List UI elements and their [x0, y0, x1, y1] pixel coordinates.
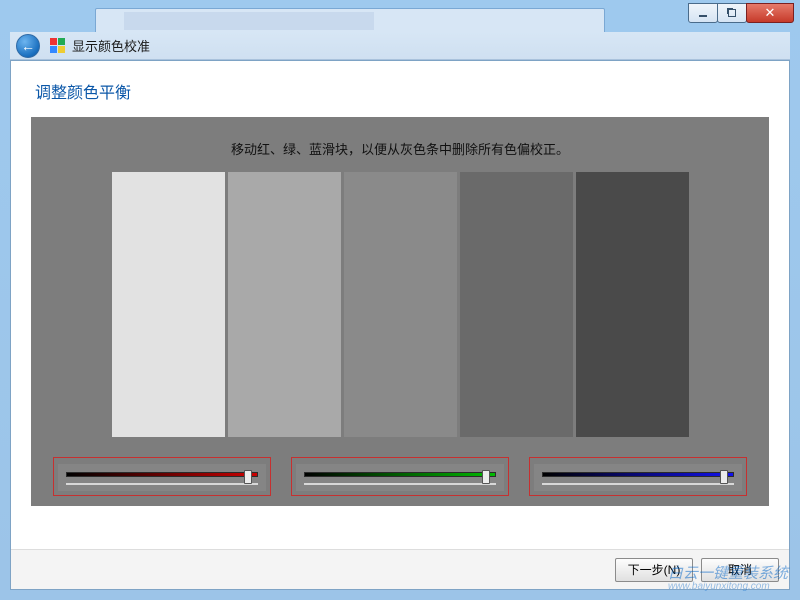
- minimize-icon: [699, 15, 707, 17]
- red-slider[interactable]: [58, 464, 266, 491]
- maximize-icon: [728, 9, 736, 17]
- wizard-footer: 下一步(N) 取消: [11, 549, 789, 589]
- window-controls: ✕: [689, 3, 794, 23]
- app-title: 显示颜色校准: [72, 36, 150, 55]
- red-rail: [66, 483, 258, 485]
- wizard-window: 调整颜色平衡 移动红、绿、蓝滑块，以便从灰色条中删除所有色偏校正。: [10, 60, 790, 590]
- gray-bar-5: [576, 172, 689, 437]
- cancel-button[interactable]: 取消: [701, 558, 779, 582]
- gray-bar-1: [112, 172, 225, 437]
- gray-bar-3: [344, 172, 457, 437]
- gray-bars: [53, 172, 747, 437]
- green-slider-box: [291, 457, 509, 496]
- sliders-row: [53, 457, 747, 496]
- blue-track: [542, 472, 734, 477]
- green-slider[interactable]: [296, 464, 504, 491]
- arrow-left-icon: ←: [21, 38, 35, 54]
- green-track: [304, 472, 496, 477]
- instruction-text: 移动红、绿、蓝滑块，以便从灰色条中删除所有色偏校正。: [53, 139, 747, 158]
- gray-bar-2: [228, 172, 341, 437]
- header-bar: ← 显示颜色校准: [10, 32, 790, 60]
- minimize-button[interactable]: [688, 3, 718, 23]
- background-window: [95, 8, 605, 34]
- red-slider-box: [53, 457, 271, 496]
- wizard-content: 调整颜色平衡 移动红、绿、蓝滑块，以便从灰色条中删除所有色偏校正。: [11, 61, 789, 506]
- gray-bar-4: [460, 172, 573, 437]
- blue-rail: [542, 483, 734, 485]
- blue-thumb[interactable]: [720, 470, 728, 484]
- calibration-canvas: 移动红、绿、蓝滑块，以便从灰色条中删除所有色偏校正。: [31, 117, 769, 506]
- background-window-header: [124, 12, 374, 30]
- blue-slider-box: [529, 457, 747, 496]
- red-track: [66, 472, 258, 477]
- page-title: 调整颜色平衡: [35, 79, 765, 103]
- maximize-button[interactable]: [717, 3, 747, 23]
- green-thumb[interactable]: [482, 470, 490, 484]
- close-button[interactable]: ✕: [746, 3, 794, 23]
- blue-slider[interactable]: [534, 464, 742, 491]
- next-button[interactable]: 下一步(N): [615, 558, 693, 582]
- app-icon: [50, 38, 66, 54]
- red-thumb[interactable]: [244, 470, 252, 484]
- back-button[interactable]: ←: [16, 34, 40, 58]
- green-rail: [304, 483, 496, 485]
- close-icon: ✕: [765, 5, 776, 21]
